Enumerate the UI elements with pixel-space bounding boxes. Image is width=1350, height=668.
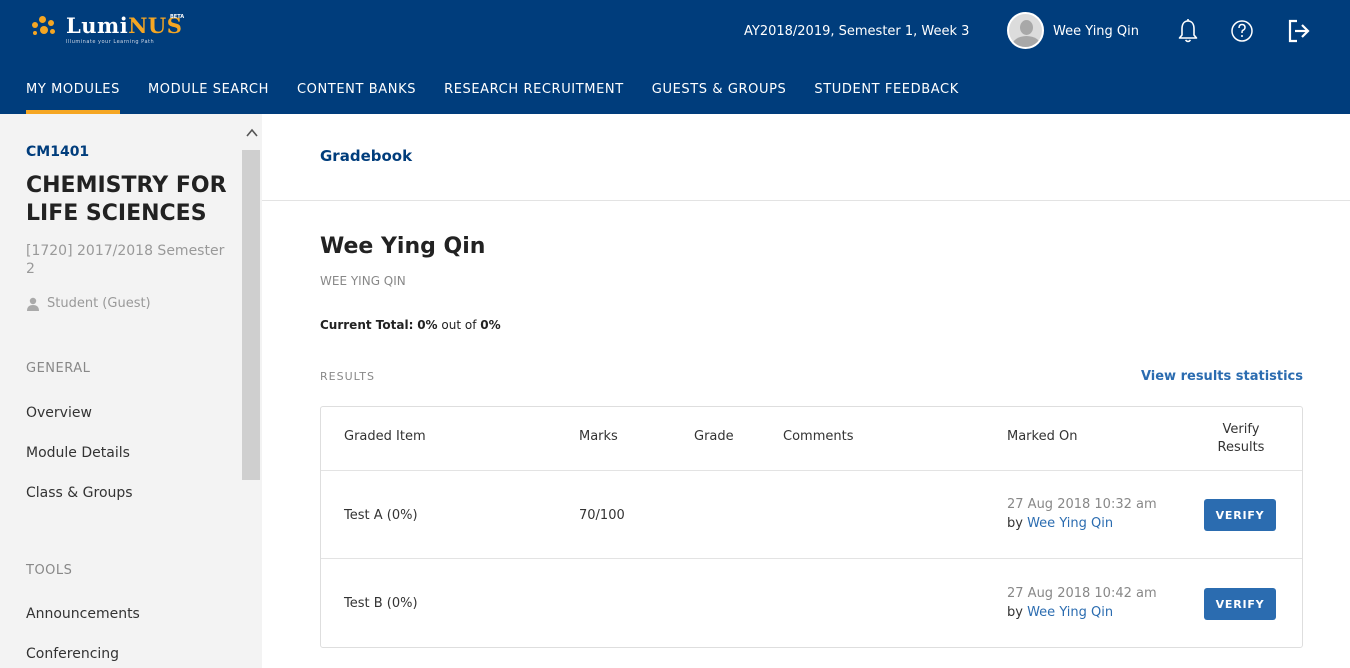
sidebar-item-conferencing[interactable]: Conferencing	[26, 646, 119, 662]
main-nav: MY MODULES MODULE SEARCH CONTENT BANKS R…	[12, 72, 973, 114]
col-comments: Comments	[783, 429, 854, 444]
nav-guests-groups[interactable]: GUESTS & GROUPS	[638, 72, 801, 114]
luminus-logo[interactable]: LumiNUS Illuminate your Learning Path BE…	[30, 12, 185, 45]
verify-button[interactable]: VERIFY	[1204, 499, 1276, 531]
col-marked-on: Marked On	[1007, 429, 1078, 444]
bell-icon[interactable]	[1176, 18, 1200, 44]
sidebar-item-module-details[interactable]: Module Details	[26, 445, 130, 461]
module-code: CM1401	[26, 144, 90, 160]
col-graded-item: Graded Item	[344, 429, 426, 444]
logout-icon[interactable]	[1287, 18, 1311, 44]
logo-tagline: Illuminate your Learning Path	[66, 39, 155, 45]
user-avatar[interactable]	[1007, 12, 1044, 49]
cell-graded-item: Test B (0%)	[344, 596, 418, 611]
logo-dots-icon	[30, 12, 60, 38]
cell-graded-item: Test A (0%)	[344, 508, 418, 523]
row-divider	[321, 470, 1302, 471]
module-sidebar: CM1401 CHEMISTRY FOR LIFE SCIENCES [1720…	[0, 114, 262, 668]
nav-content-banks[interactable]: CONTENT BANKS	[283, 72, 430, 114]
user-name[interactable]: Wee Ying Qin	[1053, 24, 1139, 39]
results-table: Graded Item Marks Grade Comments Marked …	[320, 406, 1303, 648]
module-name: CHEMISTRY FOR LIFE SCIENCES	[26, 173, 227, 226]
results-heading: RESULTS	[320, 370, 375, 383]
module-role-label: Student (Guest)	[47, 296, 151, 311]
general-heading: GENERAL	[26, 361, 91, 376]
cell-marks: 70/100	[579, 508, 625, 523]
row-divider	[321, 558, 1302, 559]
marker-link[interactable]: Wee Ying Qin	[1027, 516, 1113, 531]
logo-wordmark: LumiNUS	[66, 12, 183, 38]
chevron-up-icon[interactable]	[244, 126, 260, 140]
col-verify-results: Verify Results	[1217, 422, 1265, 455]
student-name: Wee Ying Qin	[320, 234, 486, 259]
col-grade: Grade	[694, 429, 734, 444]
academic-term: AY2018/2019, Semester 1, Week 3	[744, 24, 970, 39]
header-divider	[262, 200, 1350, 201]
view-results-statistics-link[interactable]: View results statistics	[1141, 369, 1303, 384]
module-role: Student (Guest)	[26, 296, 151, 311]
sidebar-item-announcements[interactable]: Announcements	[26, 606, 140, 622]
cell-marked-on: 27 Aug 2018 10:32 am by Wee Ying Qin	[1007, 497, 1157, 531]
help-icon[interactable]	[1230, 18, 1254, 44]
module-term: [1720] 2017/2018 Semester 2	[26, 243, 225, 277]
cell-marked-on: 27 Aug 2018 10:42 am by Wee Ying Qin	[1007, 586, 1157, 620]
tools-heading: TOOLS	[26, 563, 73, 578]
nav-module-search[interactable]: MODULE SEARCH	[134, 72, 283, 114]
sidebar-item-class-groups[interactable]: Class & Groups	[26, 485, 133, 501]
logo-beta-badge: BETA	[170, 14, 185, 20]
col-marks: Marks	[579, 429, 618, 444]
sidebar-item-overview[interactable]: Overview	[26, 405, 92, 421]
nav-student-feedback[interactable]: STUDENT FEEDBACK	[800, 72, 972, 114]
user-icon	[27, 297, 39, 311]
sidebar-scrollbar-thumb[interactable]	[242, 150, 260, 480]
current-total: Current Total: 0% out of 0%	[320, 318, 501, 332]
marker-link[interactable]: Wee Ying Qin	[1027, 605, 1113, 620]
breadcrumb-gradebook[interactable]: Gradebook	[320, 147, 412, 165]
top-bar: LumiNUS Illuminate your Learning Path BE…	[0, 0, 1350, 114]
nav-my-modules[interactable]: MY MODULES	[12, 72, 134, 114]
student-subtitle: WEE YING QIN	[320, 274, 406, 288]
verify-button[interactable]: VERIFY	[1204, 588, 1276, 620]
nav-research-recruitment[interactable]: RESEARCH RECRUITMENT	[430, 72, 638, 114]
